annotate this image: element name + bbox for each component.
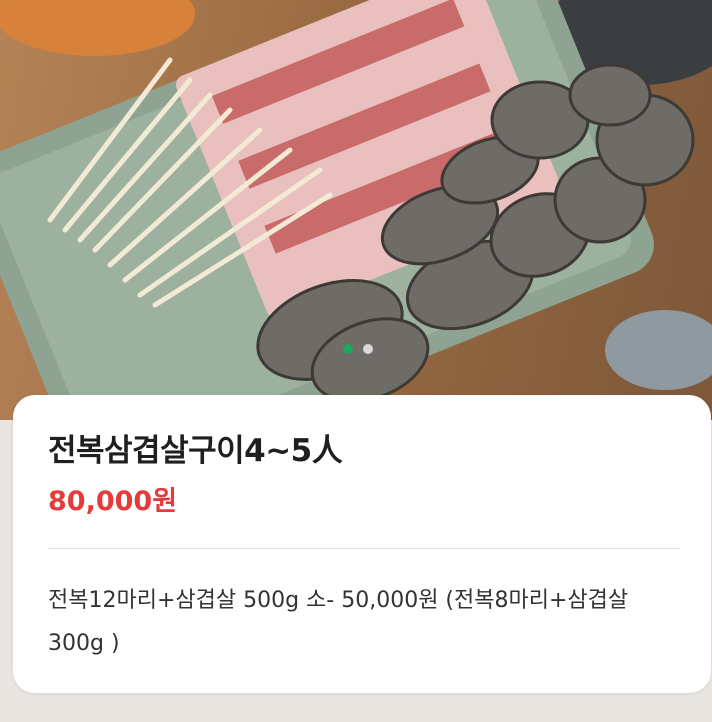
product-title: 전복삼겹살구이4~5人 [48,433,343,469]
product-image-carousel[interactable] [0,0,712,420]
product-info-card: 전복삼겹살구이4~5人 80,000원 전복12마리+삼겹살 500g 소- 5… [13,395,711,693]
carousel-indicator [343,344,373,354]
divider [48,548,680,549]
product-description: 전복12마리+삼겹살 500g 소- 50,000원 (전복8마리+삼겹살 30… [48,588,629,656]
carousel-dot[interactable] [363,344,373,354]
carousel-dot-active[interactable] [343,344,353,354]
product-photo [0,0,712,420]
product-price: 80,000원 [48,486,178,517]
